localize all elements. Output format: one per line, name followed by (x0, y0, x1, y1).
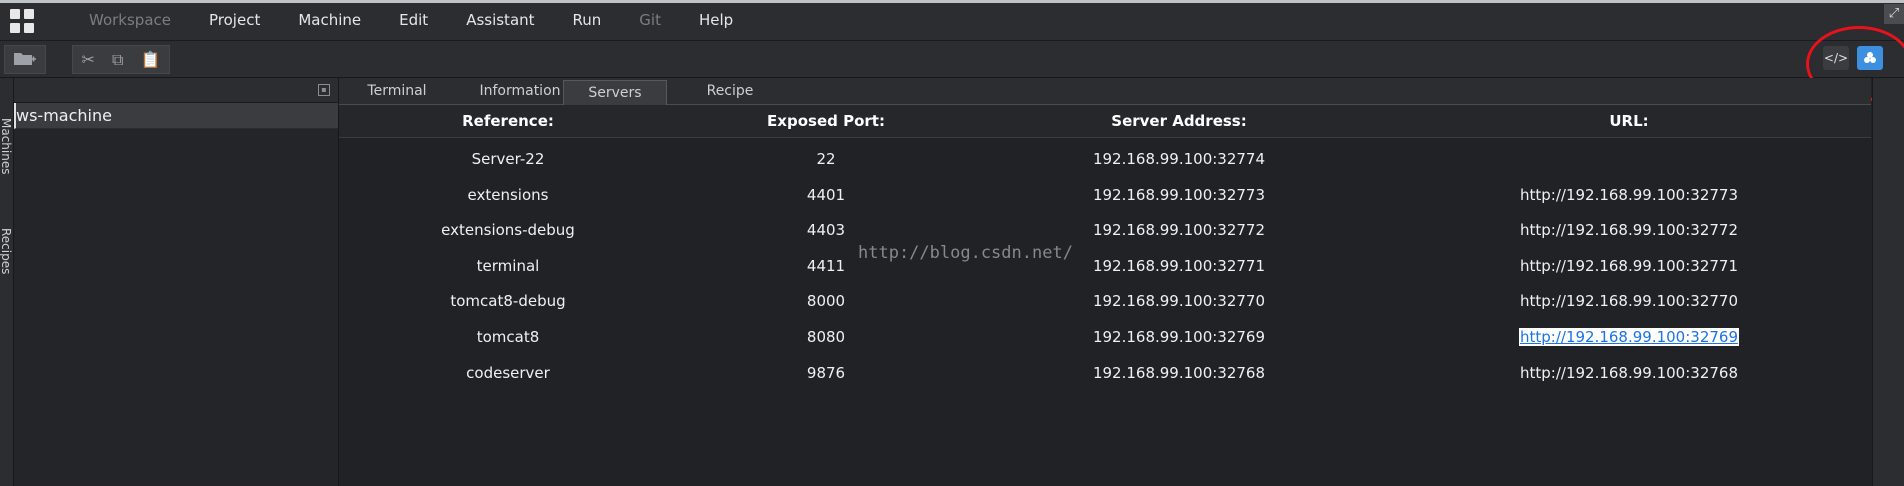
cell-reference: terminal (476, 257, 540, 275)
main-menu: Workspace Project Machine Edit Assistant… (70, 0, 752, 40)
cell-url-link[interactable]: http://192.168.99.100:32768 (1520, 364, 1738, 382)
copy-icon[interactable]: ⧉ (112, 50, 123, 70)
cell-port: 22 (816, 150, 836, 168)
new-folder-button[interactable] (4, 45, 46, 74)
table-row: tomcat8 8080 192.168.99.100:32769 http:/… (339, 319, 1871, 355)
cell-address: 192.168.99.100:32773 (1092, 186, 1266, 204)
cell-reference: tomcat8-debug (450, 292, 566, 310)
servers-table: Reference: Exposed Port: Server Address:… (339, 105, 1871, 486)
menu-item-git[interactable]: Git (620, 11, 680, 29)
folder-add-icon (13, 50, 37, 70)
cut-icon[interactable]: ✂ (82, 50, 95, 69)
cell-reference: extensions-debug (441, 221, 575, 239)
side-tab-machines[interactable]: Machines (0, 118, 13, 174)
cell-reference: Server-22 (471, 150, 545, 168)
side-tab-strip: Machines Recipes (0, 78, 14, 486)
menu-bar: Workspace Project Machine Edit Assistant… (0, 0, 1904, 41)
cell-port: 4401 (806, 186, 846, 204)
panel-header: ▪ (14, 78, 338, 103)
clipboard-button-group: ✂ ⧉ 📋 (72, 45, 170, 74)
cell-reference: extensions (467, 186, 549, 204)
cell-address: 192.168.99.100:32771 (1092, 257, 1266, 275)
table-row: extensions-debug 4403 192.168.99.100:327… (339, 212, 1871, 248)
machines-panel: ▪ ws-machine (14, 78, 339, 486)
header-exposed-port: Exposed Port: (767, 112, 885, 130)
tab-bar: Terminal Information Servers Recipe (339, 78, 1871, 106)
menu-item-help[interactable]: Help (680, 11, 752, 29)
cell-url-link[interactable]: http://192.168.99.100:32772 (1520, 221, 1738, 239)
maximize-icon[interactable]: ⤢ (1884, 4, 1904, 24)
menu-item-run[interactable]: Run (554, 11, 621, 29)
cell-address: 192.168.99.100:32770 (1092, 292, 1266, 310)
cell-address: 192.168.99.100:32772 (1092, 221, 1266, 239)
paste-icon[interactable]: 📋 (141, 50, 161, 69)
toolbar: ✂ ⧉ 📋 </> (0, 41, 1904, 78)
tab-terminal[interactable]: Terminal (339, 78, 455, 104)
menu-item-assistant[interactable]: Assistant (447, 11, 553, 29)
table-row: terminal 4411 192.168.99.100:32771 http:… (339, 248, 1871, 284)
docker-icon[interactable] (1857, 46, 1883, 70)
cell-port: 4411 (806, 257, 846, 275)
cell-url-link[interactable]: http://192.168.99.100:32773 (1520, 186, 1738, 204)
header-server-address: Server Address: (1111, 112, 1247, 130)
cell-port: 8080 (806, 328, 846, 346)
cell-url-link-selected[interactable]: http://192.168.99.100:32769 (1518, 328, 1740, 346)
menu-item-project[interactable]: Project (190, 11, 279, 29)
cell-reference: tomcat8 (476, 328, 540, 346)
machine-list-item[interactable]: ws-machine (14, 103, 338, 129)
menu-item-workspace[interactable]: Workspace (70, 11, 190, 29)
cell-address: 192.168.99.100:32768 (1092, 364, 1266, 382)
table-row: codeserver 9876 192.168.99.100:32768 htt… (339, 355, 1871, 391)
tab-servers[interactable]: Servers (563, 80, 667, 106)
table-header: Reference: Exposed Port: Server Address:… (339, 105, 1871, 138)
minimize-icon[interactable]: ▪ (318, 84, 330, 96)
menu-item-edit[interactable]: Edit (380, 11, 447, 29)
table-row: Server-22 22 192.168.99.100:32774 (339, 141, 1871, 177)
cell-address: 192.168.99.100:32774 (1092, 150, 1266, 168)
side-tab-recipes[interactable]: Recipes (0, 228, 13, 274)
cell-url-link[interactable]: http://192.168.99.100:32771 (1520, 257, 1738, 275)
cell-port: 8000 (806, 292, 846, 310)
table-row: extensions 4401 192.168.99.100:32773 htt… (339, 177, 1871, 213)
menu-item-machine[interactable]: Machine (279, 11, 380, 29)
tab-recipe[interactable]: Recipe (665, 78, 795, 104)
cell-port: 4403 (806, 221, 846, 239)
cell-reference: codeserver (466, 364, 550, 382)
code-icon[interactable]: </> (1823, 46, 1849, 70)
right-side-strip (1872, 78, 1904, 486)
cell-url-link[interactable]: http://192.168.99.100:32770 (1520, 292, 1738, 310)
cell-address: 192.168.99.100:32769 (1092, 328, 1266, 346)
header-url: URL: (1609, 112, 1649, 130)
cell-port: 9876 (806, 364, 846, 382)
table-row: tomcat8-debug 8000 192.168.99.100:32770 … (339, 283, 1871, 319)
header-reference: Reference: (462, 112, 554, 130)
app-logo-icon[interactable] (10, 9, 34, 33)
